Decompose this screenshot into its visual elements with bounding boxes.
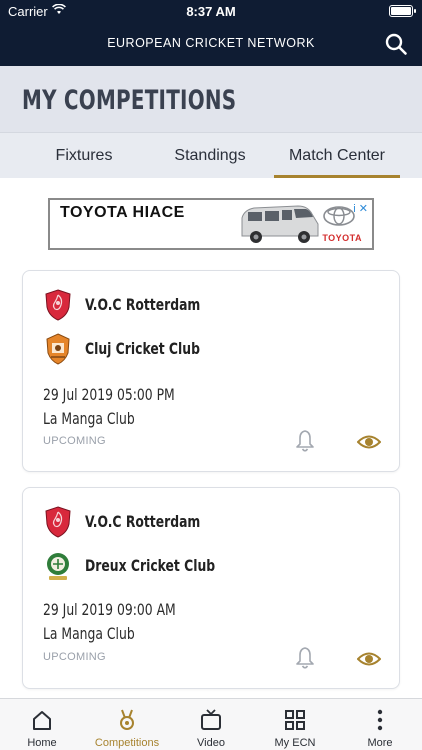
advertisement-banner[interactable]: TOYOTA HIACE TOYOTA i ✕ [48,198,374,250]
team1-name: V.O.C Rotterdam [85,295,201,314]
team2-name: Dreux Cricket Club [85,556,216,575]
eye-icon[interactable] [357,433,381,451]
bottom-nav: Home Competitions Video My ECN More [0,698,422,750]
status-bar: Carrier 8:37 AM [0,0,422,22]
match-datetime: 29 Jul 2019 09:00 AM [43,600,176,619]
nav-competitions-label: Competitions [94,737,160,749]
clock: 8:37 AM [186,4,236,19]
app-header: Carrier 8:37 AM EUROPEAN CRICKET NETWORK [0,0,422,66]
match-card[interactable]: V.O.C Rotterdam Cluj Cricket Club 29 Jul… [22,270,400,472]
match-status: UPCOMING [43,435,106,447]
team1-name: V.O.C Rotterdam [85,512,201,531]
match-venue: La Manga Club [43,624,135,643]
grid-icon [285,710,305,730]
match-card[interactable]: V.O.C Rotterdam Dreux Cricket Club 29 Ju… [22,487,400,689]
nav-more[interactable]: More [338,699,422,750]
bell-icon[interactable] [295,429,315,453]
brand-title: EUROPEAN CRICKET NETWORK [107,36,315,50]
search-icon[interactable] [384,32,408,56]
bell-icon[interactable] [295,646,315,670]
van-image [241,205,319,243]
nav-video[interactable]: Video [170,699,252,750]
tab-standings[interactable]: Standings [126,133,294,179]
cluj-cricket-club-crest-icon [46,333,70,365]
ad-brand: TOYOTA [322,233,362,243]
page-title: MY COMPETITIONS [22,85,237,116]
match-list[interactable]: TOYOTA HIACE TOYOTA i ✕ V.O.C Rotterdam [0,178,422,698]
tab-bar: Fixtures Standings Match Center [0,132,422,179]
tab-match-center[interactable]: Match Center [274,133,400,179]
match-status: UPCOMING [43,651,106,663]
nav-home[interactable]: Home [0,699,84,750]
voc-rotterdam-crest-icon [45,506,71,538]
battery-icon [389,5,416,17]
voc-rotterdam-crest-icon [45,289,71,321]
ad-choices-icon[interactable]: i ✕ [353,202,368,215]
nav-home-label: Home [27,737,57,749]
tv-icon [201,709,221,730]
toyota-logo [323,206,355,226]
nav-competitions[interactable]: Competitions [84,699,170,750]
eye-icon[interactable] [357,650,381,668]
page-title-band: MY COMPETITIONS [0,66,422,132]
more-vertical-icon [377,709,383,731]
nav-my-ecn[interactable]: My ECN [252,699,338,750]
nav-my-ecn-label: My ECN [274,737,316,749]
match-venue: La Manga Club [43,409,135,428]
home-icon [33,711,51,730]
nav-video-label: Video [197,737,225,749]
team2-name: Cluj Cricket Club [85,339,200,358]
dreux-cricket-club-crest-icon [47,553,69,580]
match-datetime: 29 Jul 2019 05:00 PM [43,385,175,404]
ad-headline: TOYOTA HIACE [60,204,185,221]
nav-more-label: More [367,737,393,749]
medal-icon [120,709,134,730]
